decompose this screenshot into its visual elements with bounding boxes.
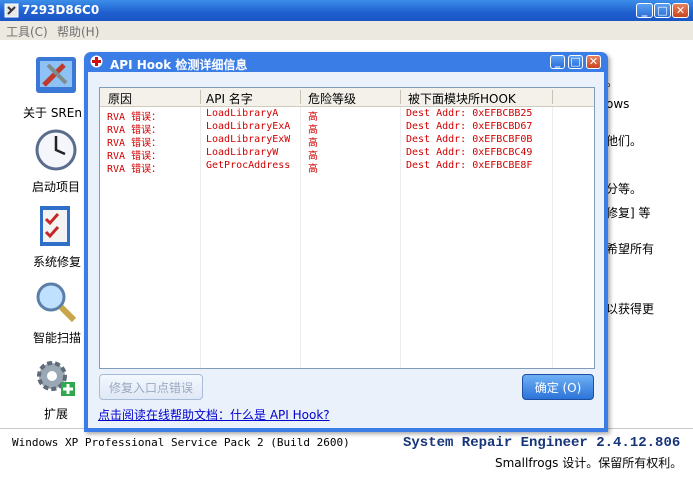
sidebar-item-extension[interactable]: 扩展 xyxy=(0,405,90,422)
column-separator[interactable] xyxy=(200,90,201,104)
sidebar-item-smart-scan[interactable]: 智能扫描 xyxy=(0,329,90,346)
tools-icon[interactable] xyxy=(34,53,78,97)
table-row[interactable]: RVA 错误： LoadLibraryA 高 Dest Addr: 0xEFBC… xyxy=(100,108,594,123)
table-row[interactable]: RVA 错误： LoadLibraryExA 高 Dest Addr: 0xEF… xyxy=(100,121,594,136)
os-info: Windows XP Professional Service Pack 2 (… xyxy=(12,436,350,449)
sidebar: 关于 SREn 启动项目 系统修复 智能扫描 扩展 xyxy=(0,40,83,428)
clock-icon[interactable] xyxy=(34,128,78,172)
cell-api-name: LoadLibraryW xyxy=(206,147,279,158)
help-link[interactable]: 点击阅读在线帮助文档：什么是 API Hook? xyxy=(98,406,330,423)
fix-entry-point-button[interactable]: 修复入口点错误 xyxy=(99,374,203,400)
column-separator[interactable] xyxy=(300,90,301,104)
cell-hook-module: Dest Addr: 0xEFBCBE8F xyxy=(406,160,533,171)
dialog-title: API Hook 检测详细信息 xyxy=(110,58,248,72)
dialog-minimize-button[interactable]: _ xyxy=(550,55,565,69)
minimize-button[interactable]: _ xyxy=(636,3,653,18)
cell-api-name: LoadLibraryExA xyxy=(206,121,291,132)
cell-api-name: LoadLibraryA xyxy=(206,108,279,119)
cell-reason: RVA 错误： xyxy=(107,164,162,175)
menubar xyxy=(0,21,693,40)
cell-api-name: GetProcAddress xyxy=(206,160,291,171)
bg-text-line: 以获得更 xyxy=(606,302,655,316)
bg-text-line: 他们。 xyxy=(606,134,643,148)
magnifier-icon[interactable] xyxy=(34,280,78,324)
dialog-close-button[interactable]: ✕ xyxy=(586,55,601,69)
ok-button[interactable]: 确定 (O) xyxy=(522,374,594,400)
copyright: Smallfrogs 设计。保留所有权利。 xyxy=(495,456,683,470)
bg-text-line: ows xyxy=(606,97,630,111)
sidebar-item-about[interactable]: 关于 SREn xyxy=(23,104,93,121)
api-hook-dialog: API Hook 检测详细信息 _ □ ✕ 原因 API 名字 危险等级 被下面… xyxy=(84,52,608,432)
cell-hook-module: Dest Addr: 0xEFBCBD67 xyxy=(406,121,533,132)
cell-hook-module: Dest Addr: 0xEFBCBC49 xyxy=(406,147,533,158)
menu-help[interactable]: 帮助(H) xyxy=(57,23,99,40)
table-row[interactable]: RVA 错误： GetProcAddress 高 Dest Addr: 0xEF… xyxy=(100,160,594,175)
menu-tools[interactable]: 工具(C) xyxy=(6,23,48,40)
cell-hook-module: Dest Addr: 0xEFBCBF0B xyxy=(406,134,533,145)
product-name: System Repair Engineer 2.4.12.806 xyxy=(403,435,681,451)
hook-list[interactable]: 原因 API 名字 危险等级 被下面模块所HOOK RVA 错误： LoadLi… xyxy=(99,87,595,369)
close-button[interactable]: ✕ xyxy=(672,3,689,18)
main-titlebar[interactable] xyxy=(0,0,693,21)
column-separator[interactable] xyxy=(552,90,553,104)
window-title: 7293D86C0 xyxy=(22,3,100,17)
cell-api-name: LoadLibraryExW xyxy=(206,134,291,145)
column-separator[interactable] xyxy=(400,90,401,104)
sidebar-item-system-repair[interactable]: 系统修复 xyxy=(0,253,90,270)
table-row[interactable]: RVA 错误： LoadLibraryW 高 Dest Addr: 0xEFBC… xyxy=(100,147,594,162)
dialog-maximize-button[interactable]: □ xyxy=(568,55,583,69)
gear-plus-icon[interactable] xyxy=(34,356,78,400)
list-header: 原因 API 名字 危险等级 被下面模块所HOOK xyxy=(100,88,594,107)
checklist-icon[interactable] xyxy=(34,204,78,248)
bg-text-line: 分等。 xyxy=(606,182,643,196)
app-icon xyxy=(4,3,19,18)
column-header-reason[interactable]: 原因 xyxy=(108,90,132,107)
bg-text-line: 修复] 等 xyxy=(606,206,651,220)
red-cross-icon xyxy=(90,55,103,68)
cell-risk-level: 高 xyxy=(308,164,318,175)
column-header-api-name[interactable]: API 名字 xyxy=(206,90,253,107)
column-header-risk-level[interactable]: 危险等级 xyxy=(308,90,356,107)
cell-hook-module: Dest Addr: 0xEFBCBB25 xyxy=(406,108,533,119)
bg-text-line: 希望所有 xyxy=(606,242,655,256)
column-header-hook-module[interactable]: 被下面模块所HOOK xyxy=(408,90,516,107)
maximize-button[interactable]: □ xyxy=(654,3,671,18)
table-row[interactable]: RVA 错误： LoadLibraryExW 高 Dest Addr: 0xEF… xyxy=(100,134,594,149)
